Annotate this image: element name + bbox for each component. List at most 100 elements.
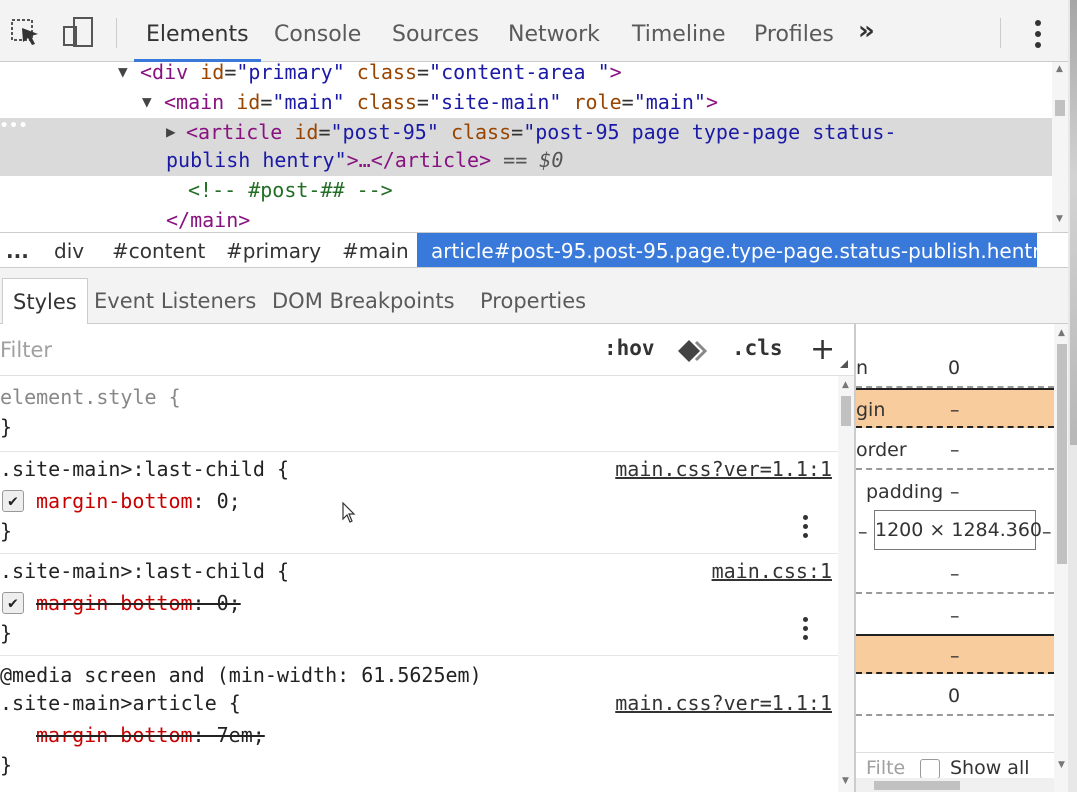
tag-close: > xyxy=(705,90,718,114)
box-position-bottom-row: 0 xyxy=(856,676,1054,716)
node-ellipsis-icon[interactable]: ••• xyxy=(0,118,28,134)
rule-selector[interactable]: .site-main>:last-child { xyxy=(0,556,289,586)
style-rule-element-style: element.style { } xyxy=(0,376,838,452)
rule-menu-icon[interactable] xyxy=(802,512,810,542)
crumb-main[interactable]: #main xyxy=(342,233,409,267)
tag-close: >…</article> xyxy=(346,148,492,172)
side-right-value[interactable]: – xyxy=(1042,512,1052,552)
show-all-label: Show all xyxy=(950,757,1030,779)
inspect-cursor-icon[interactable] xyxy=(8,14,44,50)
rule-selector[interactable]: element.style { xyxy=(0,382,181,412)
margin-label: gin xyxy=(856,399,886,421)
side-left-value[interactable]: – xyxy=(858,512,868,552)
attr-name: id xyxy=(236,90,261,114)
styles-scrollbar[interactable]: ▲ ▼ xyxy=(838,376,854,792)
tab-timeline[interactable]: Timeline xyxy=(632,0,726,62)
rule-close: } xyxy=(0,519,13,543)
toolbar-separator xyxy=(116,18,117,48)
border-top-value[interactable]: – xyxy=(950,430,960,470)
tab-properties[interactable]: Properties xyxy=(480,278,586,324)
tab-styles[interactable]: Styles xyxy=(2,278,88,324)
box-model-scrollbar[interactable]: ▲ ▼ xyxy=(1054,324,1068,792)
color-format-icon[interactable] xyxy=(676,338,712,364)
dom-node-article-wrap: publish hentry">…</article> == $0 xyxy=(166,146,563,174)
margin-top-value[interactable]: – xyxy=(950,390,960,430)
rule-source-link[interactable]: main.css:1 xyxy=(712,556,832,586)
attr-name: role xyxy=(573,90,622,114)
position-label: n xyxy=(856,357,869,379)
crumb-div[interactable]: div xyxy=(54,233,84,267)
rule-selector[interactable]: .site-main>article { xyxy=(0,688,241,718)
dom-comment[interactable]: <!-- #post-## --> xyxy=(188,176,393,204)
tab-dom-breakpoints[interactable]: DOM Breakpoints xyxy=(272,278,455,324)
expand-triangle-icon[interactable]: ▼ xyxy=(118,62,128,86)
margin-bottom-value[interactable]: – xyxy=(950,636,960,676)
padding-label: padding xyxy=(866,481,944,503)
tag-open: <main xyxy=(164,90,225,114)
dom-node-main-close[interactable]: </main> xyxy=(166,206,250,232)
property-line-overridden[interactable]: margin-bottom: 0; xyxy=(36,588,241,618)
collapse-triangle-icon[interactable]: ▶ xyxy=(166,118,176,146)
dom-node-article-selected[interactable]: ▶ <article id="post-95" class="post-95 p… xyxy=(166,118,896,146)
overflow-chevron-icon[interactable]: » xyxy=(858,16,875,46)
attr-name: class xyxy=(450,120,512,144)
tag-open: <article xyxy=(186,120,283,144)
crumb-primary[interactable]: #primary xyxy=(226,233,321,267)
padding-top-value[interactable]: – xyxy=(950,472,960,512)
styles-filter-input[interactable]: Filter xyxy=(0,338,52,362)
tab-profiles[interactable]: Profiles xyxy=(754,0,834,62)
property-checkbox[interactable]: ✔ xyxy=(2,592,24,614)
computed-filter-input[interactable]: Filte xyxy=(866,757,905,779)
position-bottom-value[interactable]: 0 xyxy=(948,676,960,716)
cls-toggle-button[interactable]: .cls xyxy=(732,336,783,360)
new-style-rule-button[interactable]: + xyxy=(810,332,835,367)
hov-toggle-button[interactable]: :hov xyxy=(604,336,655,360)
tab-sources[interactable]: Sources xyxy=(392,0,479,62)
box-model-pane: n 0 gin – order – padding – – 1200 × 128… xyxy=(854,324,1068,792)
box-position-row: n 0 xyxy=(856,348,1054,388)
tab-event-listeners[interactable]: Event Listeners xyxy=(94,278,256,324)
property-line[interactable]: margin-bottom: 0; xyxy=(36,486,241,516)
rule-source-link[interactable]: main.css?ver=1.1:1 xyxy=(615,688,832,718)
resize-corner-icon xyxy=(840,360,848,368)
breadcrumb: ... div #content #primary #main article#… xyxy=(0,232,1068,268)
crumb-article-active[interactable]: article#post-95.post-95.page.type-page.s… xyxy=(417,233,1052,267)
box-model-hscrollbar[interactable] xyxy=(856,778,1054,792)
expand-triangle-icon[interactable]: ▼ xyxy=(142,88,152,116)
box-border-bottom-row: – xyxy=(856,596,1054,636)
crumb-ellipsis[interactable]: ... xyxy=(6,233,29,267)
style-rule-2: .site-main>:last-child { main.css:1 ✔ ma… xyxy=(0,554,838,656)
show-all-checkbox[interactable] xyxy=(920,759,940,779)
toolbar-separator-right xyxy=(1000,18,1001,48)
dom-node-div-primary[interactable]: ▼ <div id="primary" class="content-area … xyxy=(118,62,622,86)
rule-close: } xyxy=(0,415,13,439)
rule-selector[interactable]: .site-main>:last-child { xyxy=(0,454,289,484)
tab-elements[interactable]: Elements xyxy=(134,0,261,62)
attr-value-cont: publish hentry" xyxy=(166,148,347,172)
property-line-overridden[interactable]: margin-bottom: 7em; xyxy=(36,720,265,750)
attr-value: "content-area " xyxy=(429,62,610,84)
property-name: margin-bottom xyxy=(36,591,193,615)
tab-network[interactable]: Network xyxy=(508,0,600,62)
dom-node-main[interactable]: ▼ <main id="main" class="site-main" role… xyxy=(142,88,718,116)
crumb-content[interactable]: #content xyxy=(112,233,205,267)
content-size-box[interactable]: 1200 × 1284.360 xyxy=(874,510,1042,550)
position-top-value[interactable]: 0 xyxy=(948,348,960,388)
box-margin-bottom-row: – xyxy=(856,634,1054,674)
border-bottom-value[interactable]: – xyxy=(950,596,960,636)
rule-menu-icon[interactable] xyxy=(802,614,810,644)
tag-open: <div xyxy=(140,62,189,84)
device-toggle-icon[interactable] xyxy=(60,14,96,50)
box-margin-row: gin – xyxy=(856,388,1054,428)
property-checkbox[interactable]: ✔ xyxy=(2,490,24,512)
tag-close: > xyxy=(609,62,622,84)
selector-text: element.style { xyxy=(0,385,181,409)
property-name: margin-bottom xyxy=(36,489,193,513)
rule-source-link[interactable]: main.css?ver=1.1:1 xyxy=(615,454,832,484)
tab-console[interactable]: Console xyxy=(274,0,361,62)
padding-bottom-value[interactable]: – xyxy=(950,554,960,594)
dom-scrollbar[interactable]: ▲ ▼ xyxy=(1052,62,1068,232)
style-rule-media: @media screen and (min-width: 61.5625em)… xyxy=(0,656,838,792)
tag-close: </main> xyxy=(166,208,251,232)
kebab-menu-icon[interactable] xyxy=(1028,16,1048,52)
